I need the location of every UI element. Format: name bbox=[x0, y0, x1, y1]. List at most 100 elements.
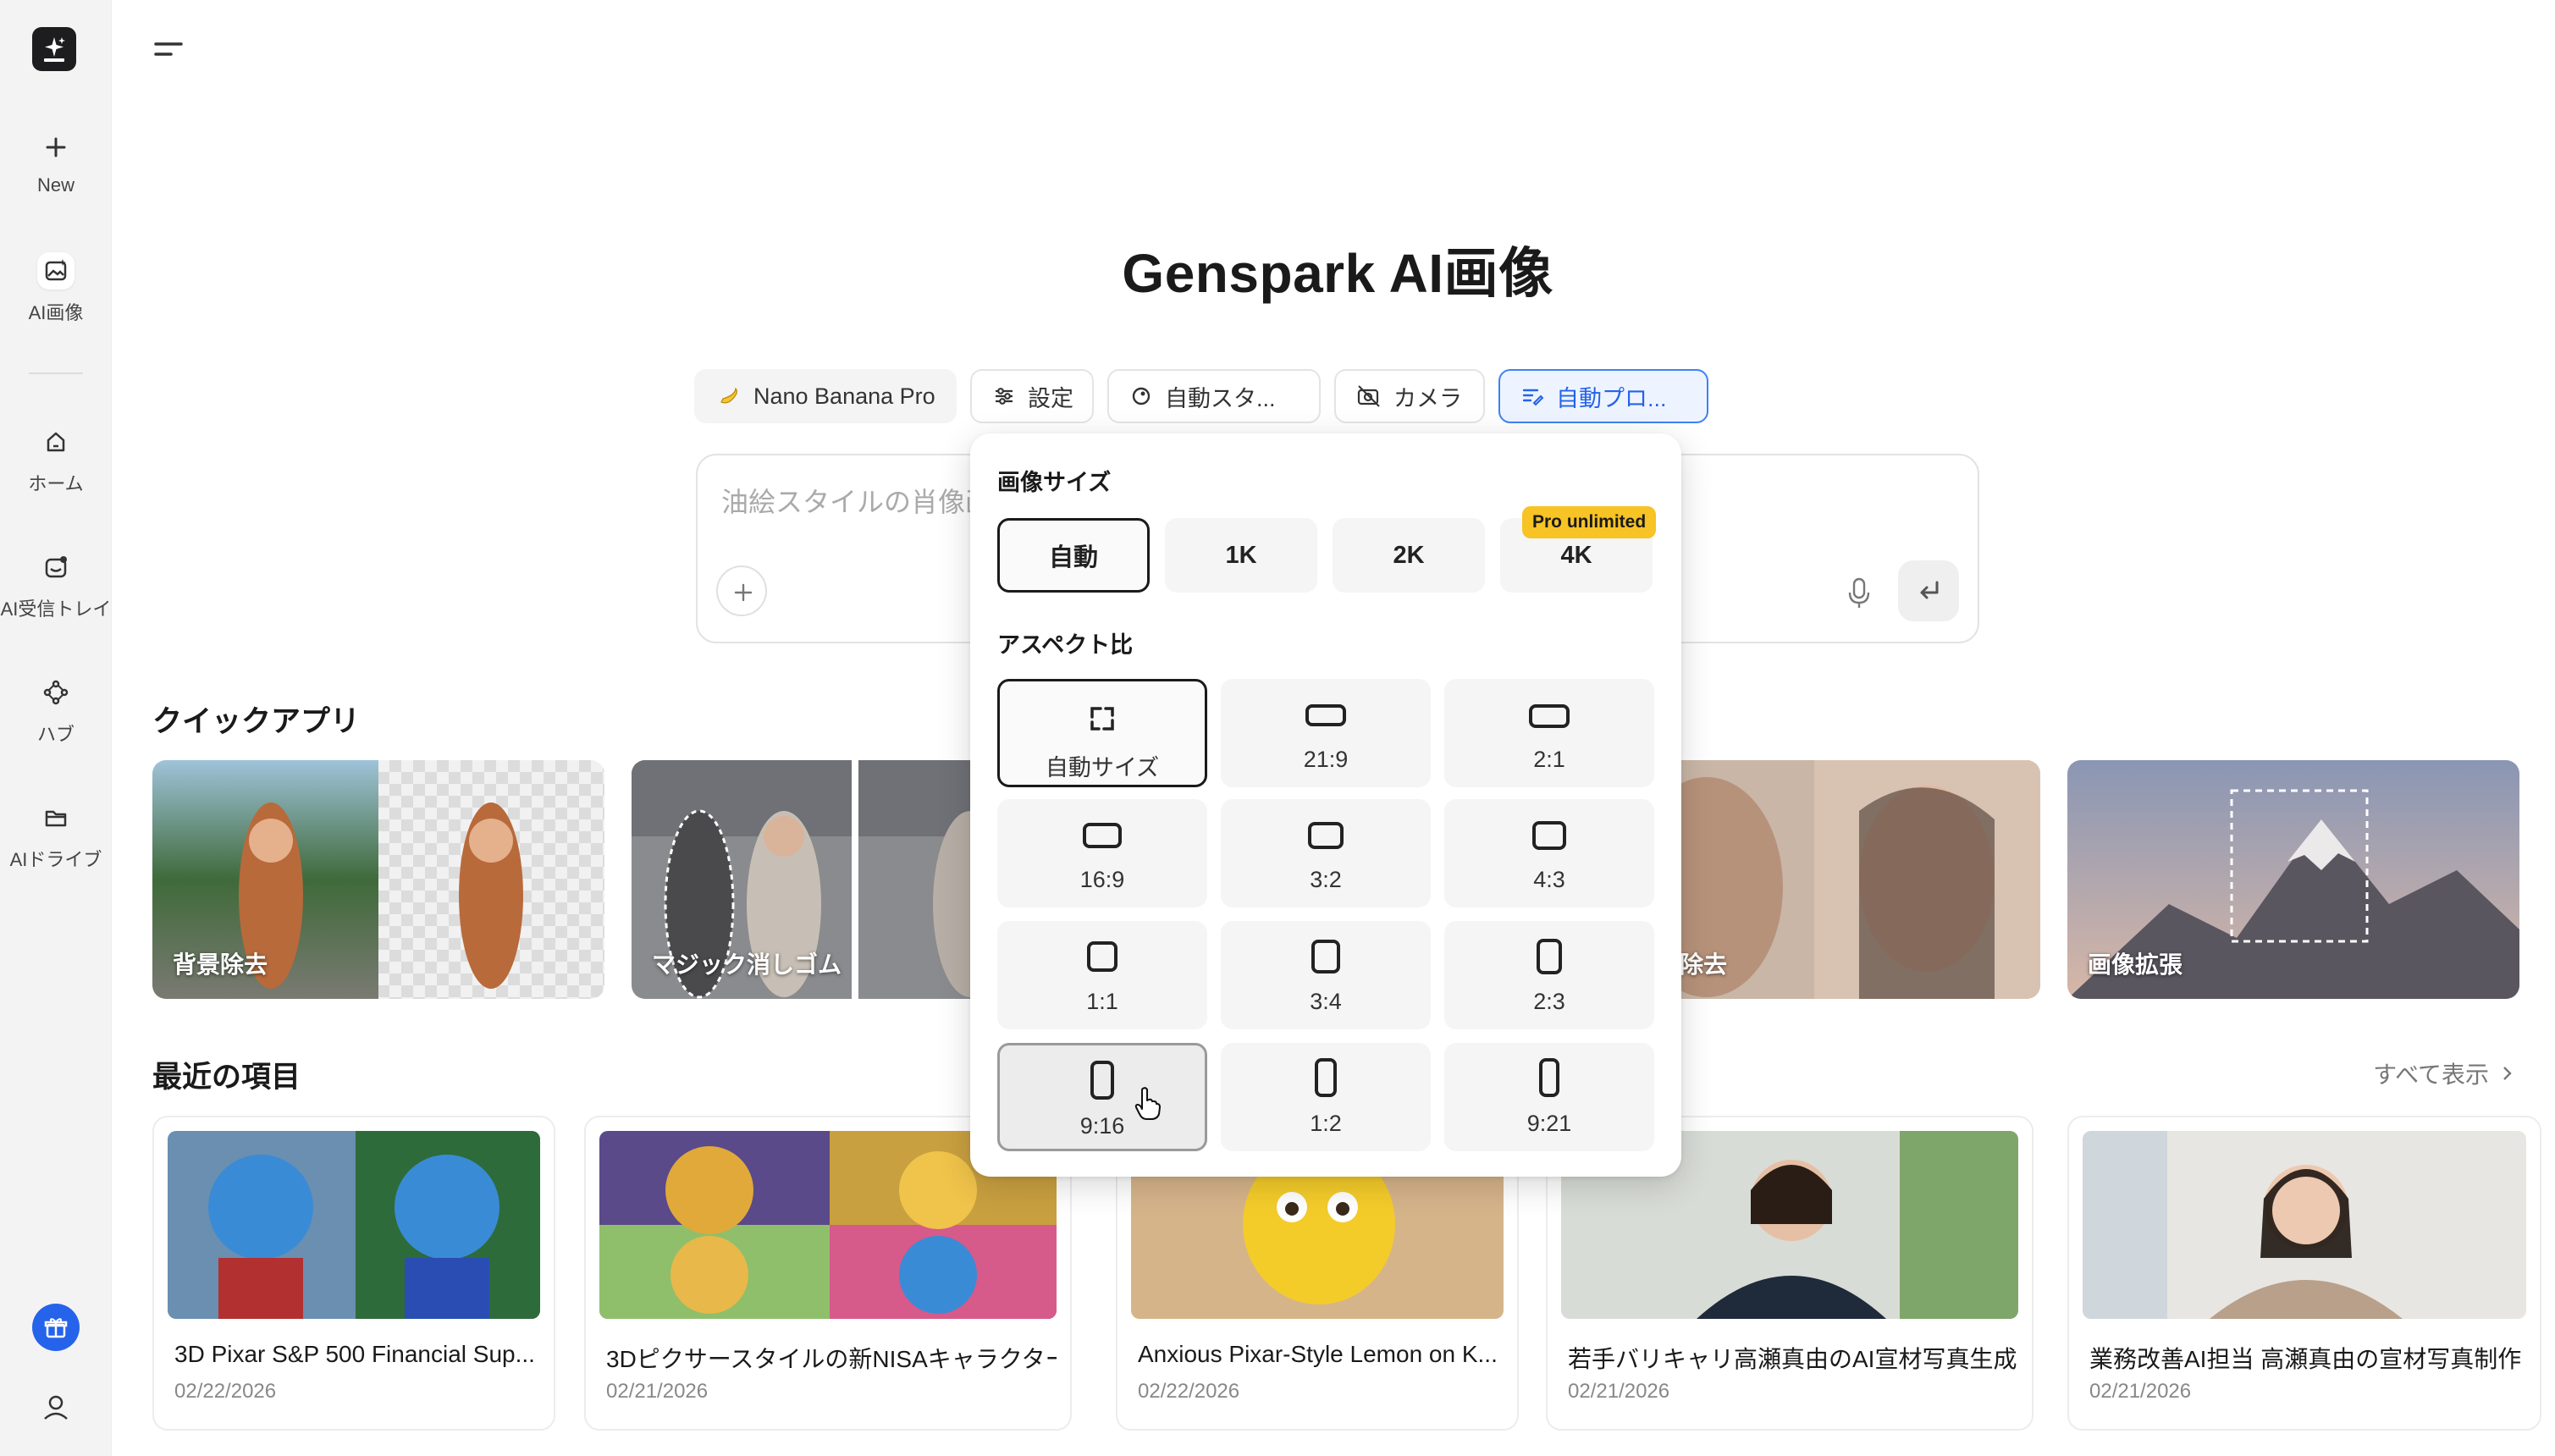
sliders-icon bbox=[992, 384, 1016, 408]
quick-app-card[interactable]: 画像拡張 bbox=[2067, 760, 2519, 999]
aspect-option-1-1[interactable]: 1:1 bbox=[997, 921, 1207, 1029]
inbox-icon bbox=[37, 549, 74, 586]
style-label: 自動スタ... bbox=[1165, 385, 1276, 411]
ai-image-icon bbox=[37, 252, 74, 290]
aspect-option-16-9[interactable]: 16:9 bbox=[997, 799, 1207, 907]
menu-icon[interactable] bbox=[152, 39, 185, 65]
aspect-label: 4:3 bbox=[1533, 867, 1565, 892]
quick-app-card[interactable]: 背景除去 bbox=[152, 760, 604, 999]
aspect-option-1-2[interactable]: 1:2 bbox=[1221, 1043, 1431, 1151]
sidebar-item-inbox[interactable]: AI受信トレイ bbox=[0, 549, 112, 621]
sidebar-item-ai-drive[interactable]: AIドライブ bbox=[0, 799, 112, 872]
aspect-shape bbox=[1311, 940, 1340, 973]
sidebar-item-label: AI画像 bbox=[28, 302, 84, 323]
palette-icon bbox=[1129, 384, 1153, 408]
aspect-label: 3:2 bbox=[1310, 867, 1342, 892]
aspect-label: 2:3 bbox=[1533, 989, 1565, 1014]
recent-title: 3Dピクサースタイルの新NISAキャラクター bbox=[606, 1346, 1057, 1372]
aspect-shape bbox=[1539, 1058, 1559, 1097]
aspect-option-21-9[interactable]: 21:9 bbox=[1221, 679, 1431, 787]
aspect-label: 1:1 bbox=[1086, 989, 1118, 1014]
aspect-label: 21:9 bbox=[1303, 747, 1349, 772]
aspect-label: 9:16 bbox=[1079, 1113, 1125, 1139]
aspect-option-9-21[interactable]: 9:21 bbox=[1444, 1043, 1654, 1151]
pro-unlimited-badge: Pro unlimited bbox=[1522, 506, 1657, 538]
view-all-link[interactable]: すべて表示 bbox=[2373, 1056, 2514, 1090]
sidebar-divider bbox=[29, 372, 83, 374]
sidebar: New AI画像 ホーム AI受信トレイ ハブ AIドライブ bbox=[0, 0, 112, 1456]
aspect-option-2-1[interactable]: 2:1 bbox=[1444, 679, 1654, 787]
aspect-option-2-3[interactable]: 2:3 bbox=[1444, 921, 1654, 1029]
sidebar-item-label: AI受信トレイ bbox=[0, 598, 112, 620]
aspect-label: 9:21 bbox=[1526, 1111, 1572, 1136]
quick-app-label: 背景除去 bbox=[173, 951, 268, 978]
aspect-option-auto[interactable]: 自動サイズ bbox=[997, 679, 1207, 787]
camera-label: カメラ bbox=[1393, 385, 1462, 411]
recent-title: 業務改善AI担当 高瀬真由の宣材写真制作 bbox=[2089, 1346, 2522, 1372]
aspect-label: 1:2 bbox=[1310, 1111, 1342, 1136]
aspect-shape bbox=[1532, 821, 1566, 850]
settings-label: 設定 bbox=[1028, 385, 1073, 411]
size-option-1k[interactable]: 1K bbox=[1165, 518, 1317, 593]
sidebar-item-ai-image[interactable]: AI画像 bbox=[0, 252, 112, 325]
sidebar-item-new[interactable]: New bbox=[0, 129, 112, 196]
auto-prompt-button[interactable]: 自動プロ... bbox=[1498, 369, 1708, 423]
quick-apps-heading: クイックアプリ bbox=[152, 705, 361, 738]
hand-cursor-icon bbox=[1133, 1085, 1162, 1125]
user-icon[interactable] bbox=[37, 1388, 74, 1430]
recent-card[interactable]: 業務改善AI担当 高瀬真由の宣材写真制作 02/21/2026 bbox=[2067, 1116, 2541, 1431]
aspect-shape bbox=[1087, 941, 1117, 972]
prompt-input[interactable]: 油絵スタイルの肖像画 bbox=[721, 481, 992, 520]
aspect-label: 自動サイズ bbox=[1045, 755, 1160, 780]
sidebar-item-label: ハブ bbox=[36, 724, 74, 745]
aspect-option-4-3[interactable]: 4:3 bbox=[1444, 799, 1654, 907]
sidebar-item-hub[interactable]: ハブ bbox=[0, 674, 112, 747]
aspect-option-3-2[interactable]: 3:2 bbox=[1221, 799, 1431, 907]
aspect-shape bbox=[1308, 822, 1344, 849]
folder-icon bbox=[37, 799, 74, 836]
recent-thumbnail bbox=[2083, 1131, 2526, 1319]
recent-title: 若手バリキャリ高瀬真由のAI宣材写真生成 bbox=[1568, 1346, 2017, 1372]
image-settings-popover: 画像サイズ 自動 1K 2K 4K Pro unlimited アスペクト比 自… bbox=[970, 433, 1681, 1177]
banana-icon bbox=[716, 383, 742, 409]
quick-app-label: 画像拡張 bbox=[2088, 951, 2183, 978]
recent-date: 02/21/2026 bbox=[2089, 1380, 2192, 1403]
submit-button[interactable] bbox=[1898, 560, 1959, 621]
recent-title: Anxious Pixar-Style Lemon on K... bbox=[1138, 1341, 1498, 1367]
aspect-option-9-16[interactable]: 9:16 bbox=[997, 1043, 1207, 1151]
style-button[interactable]: 自動スタ... bbox=[1107, 369, 1321, 423]
recent-date: 02/21/2026 bbox=[1568, 1380, 1670, 1403]
recent-date: 02/21/2026 bbox=[606, 1380, 709, 1403]
sidebar-item-home[interactable]: ホーム bbox=[0, 423, 112, 496]
aspect-shape bbox=[1305, 704, 1346, 726]
recent-date: 02/22/2026 bbox=[174, 1380, 277, 1403]
home-icon bbox=[37, 423, 74, 461]
aspect-shape bbox=[1315, 1058, 1337, 1097]
recent-date: 02/22/2026 bbox=[1138, 1380, 1240, 1403]
sidebar-item-label: New bbox=[36, 174, 74, 196]
aspect-label: 3:4 bbox=[1310, 989, 1342, 1014]
plus-icon bbox=[37, 129, 74, 166]
size-option-auto[interactable]: 自動 bbox=[997, 518, 1150, 593]
model-label: Nano Banana Pro bbox=[753, 383, 935, 409]
aspect-shape bbox=[1090, 1061, 1114, 1100]
aspect-shape bbox=[1083, 823, 1122, 848]
camera-button[interactable]: カメラ bbox=[1334, 369, 1485, 423]
gift-icon[interactable] bbox=[32, 1304, 80, 1351]
recent-heading: 最近の項目 bbox=[152, 1061, 301, 1094]
attach-button[interactable] bbox=[716, 565, 767, 616]
hub-icon bbox=[37, 674, 74, 711]
size-option-2k[interactable]: 2K bbox=[1333, 518, 1485, 593]
sidebar-item-label: ホーム bbox=[28, 473, 84, 494]
view-all-label: すべて表示 bbox=[2373, 1062, 2489, 1088]
sidebar-item-label: AIドライブ bbox=[9, 849, 102, 870]
settings-button[interactable]: 設定 bbox=[970, 369, 1094, 423]
aspect-label: 16:9 bbox=[1079, 867, 1125, 892]
mic-icon[interactable] bbox=[1842, 574, 1876, 615]
auto-prompt-label: 自動プロ... bbox=[1556, 385, 1667, 411]
genspark-logo-icon[interactable] bbox=[32, 27, 76, 71]
aspect-option-3-4[interactable]: 3:4 bbox=[1221, 921, 1431, 1029]
model-selector[interactable]: Nano Banana Pro bbox=[694, 369, 957, 423]
aspect-shape bbox=[1537, 939, 1562, 974]
recent-card[interactable]: 3D Pixar S&P 500 Financial Sup... 02/22/… bbox=[152, 1116, 555, 1431]
